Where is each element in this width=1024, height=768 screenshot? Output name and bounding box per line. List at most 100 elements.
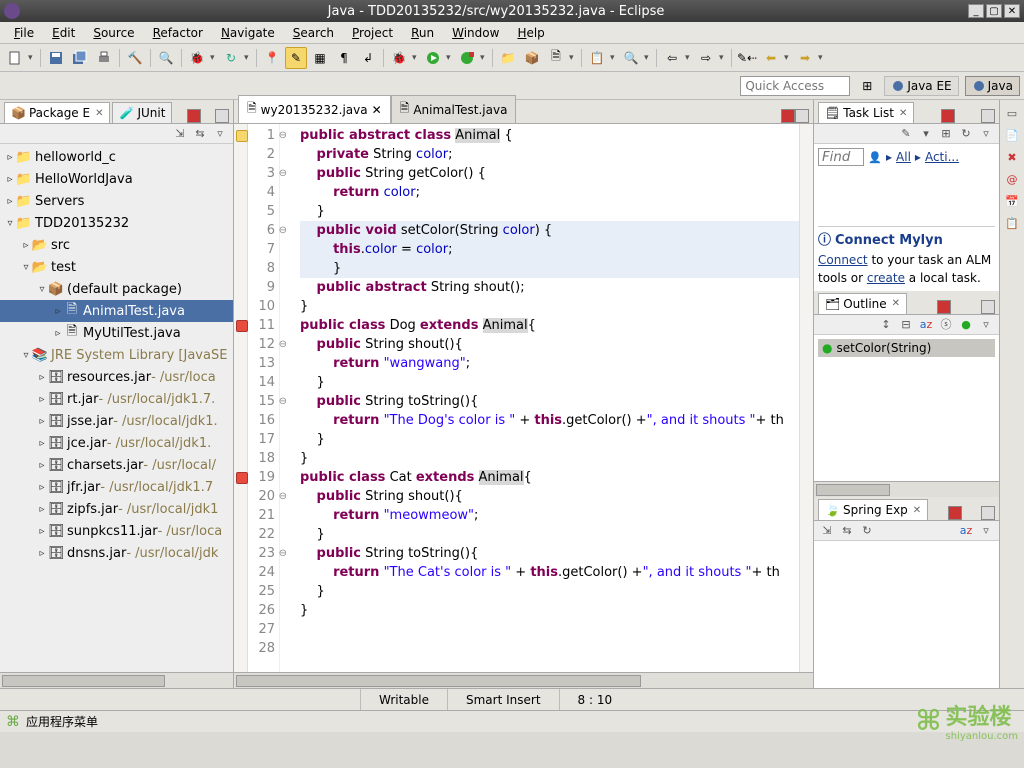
filter-icon[interactable]: 👤 (868, 150, 882, 164)
code-area[interactable]: public abstract class Animal { private S… (294, 124, 799, 672)
tree-node[interactable]: ▹📁HelloWorldJava (0, 168, 233, 190)
az-icon[interactable]: az (919, 317, 933, 331)
menu-edit[interactable]: Edit (44, 24, 83, 42)
quick-access-input[interactable] (740, 76, 850, 96)
sync-icon[interactable]: ↻ (959, 127, 973, 141)
hide-fields-icon[interactable]: ⊟ (899, 317, 913, 331)
tab-task-list[interactable]: 🗒 Task List ✕ (818, 102, 914, 123)
perspective-java[interactable]: Java (965, 76, 1020, 96)
minimize-view-icon[interactable] (948, 506, 962, 520)
close-icon[interactable]: ✕ (913, 505, 921, 516)
tree-node[interactable]: ▹🗄rt.jar - /usr/local/jdk1.7. (0, 388, 233, 410)
block-sel-icon[interactable]: ▦ (309, 47, 331, 69)
tree-node[interactable]: ▹🗄zipfs.jar - /usr/local/jdk1 (0, 498, 233, 520)
menu-source[interactable]: Source (85, 24, 142, 42)
tree-node[interactable]: ▹📁helloworld_c (0, 146, 233, 168)
tab-spring-explorer[interactable]: 🍃 Spring Exp ✕ (818, 499, 928, 520)
perspective-javaee[interactable]: Java EE (884, 76, 958, 96)
tree-node[interactable]: ▹🗄jsse.jar - /usr/local/jdk1. (0, 410, 233, 432)
next-annotation-icon[interactable]: ⇨ (695, 47, 717, 69)
clipboard-icon[interactable]: 📋 (1005, 216, 1019, 230)
editor-tab-main[interactable]: 🗎 wy20135232.java ✕ (238, 95, 391, 123)
save-icon[interactable] (45, 47, 67, 69)
close-icon[interactable]: ✕ (95, 108, 103, 119)
hide-static-icon[interactable]: ⓢ (939, 317, 953, 331)
print-icon[interactable] (93, 47, 115, 69)
run-icon[interactable] (422, 47, 444, 69)
menu-run[interactable]: Run (403, 24, 442, 42)
tree-hscroll[interactable] (0, 672, 233, 688)
tab-outline[interactable]: 🗂 Outline ✕ (818, 293, 907, 314)
hide-nonpublic-icon[interactable]: ● (959, 317, 973, 331)
new-package-icon[interactable]: 📦 (521, 47, 543, 69)
editor-hscroll[interactable] (234, 672, 813, 688)
show-whitespace-icon[interactable]: ¶ (333, 47, 355, 69)
new-project-icon[interactable]: 📁 (497, 47, 519, 69)
toggle-mark-icon[interactable]: 📍 (261, 47, 283, 69)
tree-node[interactable]: ▹🗄dnsns.jar - /usr/local/jdk (0, 542, 233, 564)
link-editor-icon[interactable]: ⇆ (840, 524, 854, 538)
maximize-view-icon[interactable] (981, 506, 995, 520)
close-icon[interactable]: ✕ (899, 108, 907, 119)
sort-icon[interactable]: ↕ (879, 317, 893, 331)
tree-node[interactable]: ▹📁Servers (0, 190, 233, 212)
editor-tab-animaltest[interactable]: 🗎 AnimalTest.java (391, 95, 517, 123)
outline-item-setcolor[interactable]: ● setColor(String) (818, 339, 995, 357)
minimize-view-icon[interactable] (937, 300, 951, 314)
maximize-view-icon[interactable] (981, 109, 995, 123)
collapse-all-icon[interactable]: ⇲ (173, 127, 187, 141)
outline-hscroll[interactable] (814, 481, 999, 497)
tree-node[interactable]: ▿📂test (0, 256, 233, 278)
tree-node[interactable]: ▿📁TDD20135232 (0, 212, 233, 234)
open-task-icon[interactable]: 📋 (586, 47, 608, 69)
open-perspective-icon[interactable]: ⊞ (856, 75, 878, 97)
edit-highlight-icon[interactable]: ✎ (285, 47, 307, 69)
menu-project[interactable]: Project (344, 24, 401, 42)
tree-node[interactable]: ▹🗎AnimalTest.java (0, 300, 233, 322)
menu-help[interactable]: Help (509, 24, 552, 42)
menu-file[interactable]: File (6, 24, 42, 42)
tree-node[interactable]: ▹🗄jce.jar - /usr/local/jdk1. (0, 432, 233, 454)
mylyn-connect-link[interactable]: Connect (818, 253, 868, 267)
close-icon[interactable]: ✕ (372, 103, 382, 117)
mylyn-create-link[interactable]: create (867, 271, 905, 285)
tree-node[interactable]: ▹🗄sunpkcs11.jar - /usr/loca (0, 520, 233, 542)
minimize-view-icon[interactable] (941, 109, 955, 123)
open-type-icon[interactable]: 🔍 (155, 47, 177, 69)
tree-node[interactable]: ▿📦(default package) (0, 278, 233, 300)
categorize-icon[interactable]: ⊞ (939, 127, 953, 141)
refresh-icon[interactable]: ↻ (220, 47, 242, 69)
calendar-icon[interactable]: 📅 (1005, 194, 1019, 208)
app-menu-label[interactable]: 应用程序菜单 (26, 713, 98, 730)
new-task-icon[interactable]: ✎ (899, 127, 913, 141)
tab-package-explorer[interactable]: 📦 Package E ✕ (4, 102, 110, 123)
help-icon[interactable]: ✖ (1005, 150, 1019, 164)
tree-node[interactable]: ▹🗄charsets.jar - /usr/local/ (0, 454, 233, 476)
back-icon[interactable]: ⬅ (760, 47, 782, 69)
new-class-icon[interactable]: 🗎 (545, 47, 567, 69)
minimize-button[interactable]: _ (968, 4, 984, 18)
close-icon[interactable]: ✕ (892, 298, 900, 309)
task-find-input[interactable] (818, 148, 864, 166)
cheatsheet-icon[interactable]: 📄 (1005, 128, 1019, 142)
view-menu-icon[interactable]: ▿ (979, 317, 993, 331)
forward-icon[interactable]: ➡ (794, 47, 816, 69)
last-edit-icon[interactable]: ✎⇠ (736, 47, 758, 69)
tree-node[interactable]: ▿📚JRE System Library [JavaSE (0, 344, 233, 366)
task-all-link[interactable]: All (896, 150, 911, 164)
build-icon[interactable]: 🔨 (124, 47, 146, 69)
tree-node[interactable]: ▹🗎MyUtilTest.java (0, 322, 233, 344)
line-gutter[interactable]: 1234567891011121314151617181920212223242… (248, 124, 280, 672)
menu-navigate[interactable]: Navigate (213, 24, 283, 42)
view-menu-icon[interactable]: ▿ (213, 127, 227, 141)
tab-junit[interactable]: 🧪 JUnit (112, 102, 172, 123)
maximize-view-icon[interactable] (981, 300, 995, 314)
maximize-editor-icon[interactable] (795, 109, 809, 123)
code-editor[interactable]: 1234567891011121314151617181920212223242… (234, 124, 813, 672)
minimize-editor-icon[interactable] (781, 109, 795, 123)
view-menu-icon[interactable]: ▿ (979, 127, 993, 141)
tree-node[interactable]: ▹🗄jfr.jar - /usr/local/jdk1.7 (0, 476, 233, 498)
debug-icon[interactable]: 🐞 (388, 47, 410, 69)
collapse-all-icon[interactable]: ⇲ (820, 524, 834, 538)
tree-node[interactable]: ▹📂src (0, 234, 233, 256)
